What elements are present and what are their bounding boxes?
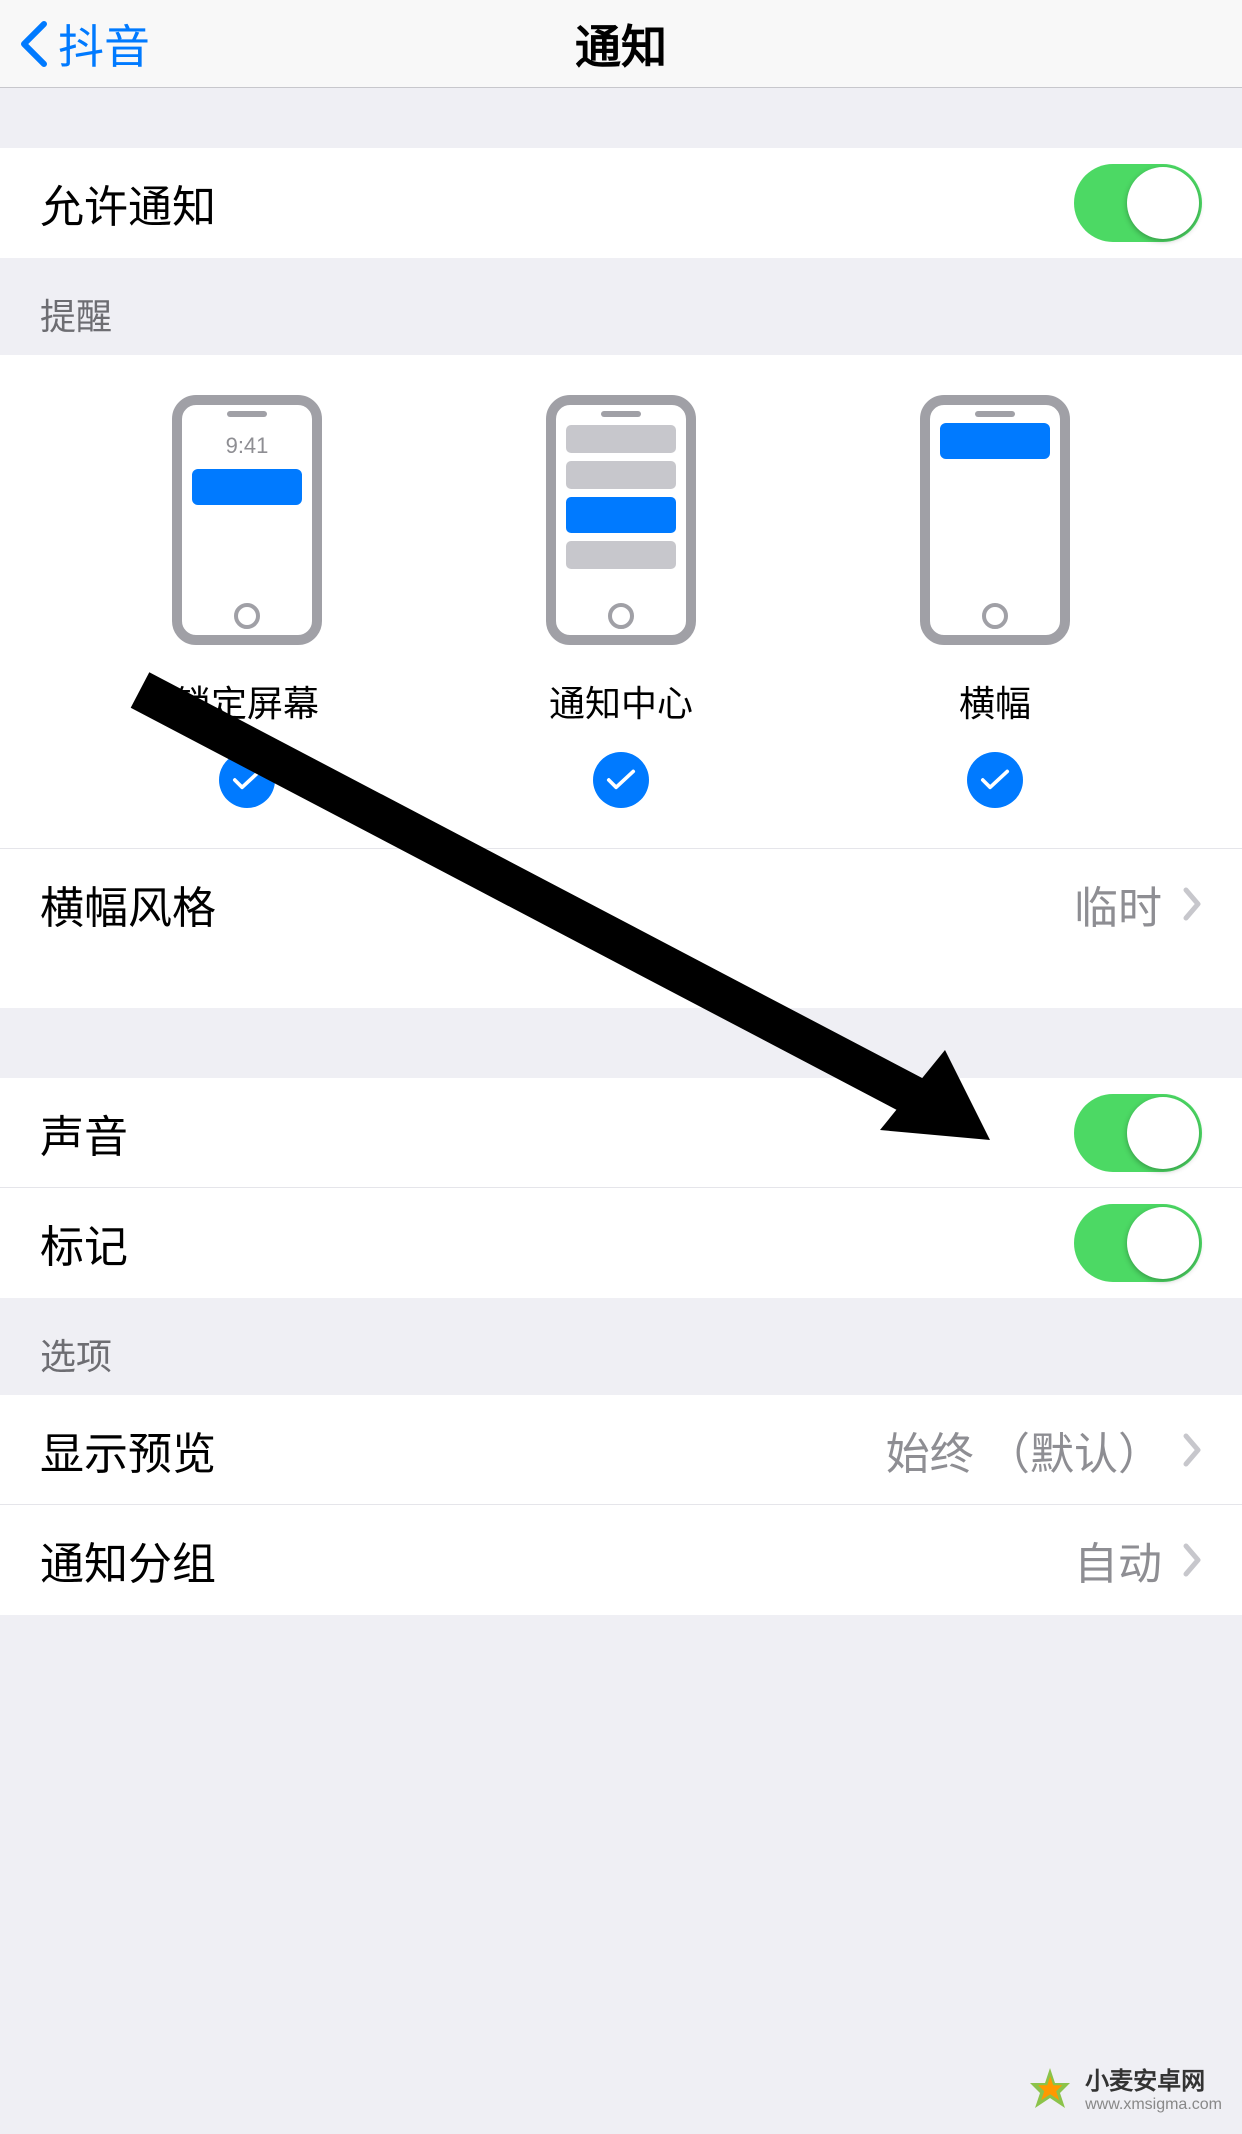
alerts-section-header: 提醒 xyxy=(0,258,1242,355)
alert-option-lock-screen[interactable]: 9:41 锁定屏幕 xyxy=(172,395,322,808)
badges-toggle[interactable] xyxy=(1074,1204,1202,1282)
watermark-logo-icon xyxy=(1025,2063,1075,2113)
notification-center-label: 通知中心 xyxy=(549,675,693,727)
allow-notifications-row: 允许通知 xyxy=(0,148,1242,258)
back-label: 抖音 xyxy=(58,11,150,77)
lock-screen-checkbox[interactable] xyxy=(219,752,275,808)
show-previews-row[interactable]: 显示预览 始终 （默认） xyxy=(0,1395,1242,1505)
chevron-right-icon xyxy=(1182,1432,1202,1468)
lock-screen-icon: 9:41 xyxy=(172,395,322,645)
show-previews-value: 始终 （默认） xyxy=(886,1418,1162,1482)
allow-notifications-toggle[interactable] xyxy=(1074,164,1202,242)
chevron-left-icon xyxy=(20,20,48,68)
options-section-header: 选项 xyxy=(0,1298,1242,1395)
chevron-right-icon xyxy=(1182,1542,1202,1578)
alerts-section: 9:41 锁定屏幕 通知中心 xyxy=(0,355,1242,1008)
check-icon xyxy=(980,769,1010,791)
notification-center-checkbox[interactable] xyxy=(593,752,649,808)
watermark: 小麦安卓网 www.xmsigma.com xyxy=(1025,2061,1222,2114)
grouping-row[interactable]: 通知分组 自动 xyxy=(0,1505,1242,1615)
banner-style-row[interactable]: 横幅风格 临时 xyxy=(0,848,1242,958)
badges-label: 标记 xyxy=(40,1211,128,1275)
banners-icon xyxy=(920,395,1070,645)
sounds-row: 声音 xyxy=(0,1078,1242,1188)
alert-option-banners[interactable]: 横幅 xyxy=(920,395,1070,808)
lock-screen-label: 锁定屏幕 xyxy=(175,675,319,727)
check-icon xyxy=(606,769,636,791)
grouping-label: 通知分组 xyxy=(40,1528,216,1592)
grouping-value: 自动 xyxy=(1074,1528,1162,1592)
options-section: 显示预览 始终 （默认） 通知分组 自动 xyxy=(0,1395,1242,1615)
alert-option-notification-center[interactable]: 通知中心 xyxy=(546,395,696,808)
page-title: 通知 xyxy=(575,11,667,77)
watermark-url: www.xmsigma.com xyxy=(1085,2096,1222,2114)
sounds-label: 声音 xyxy=(40,1101,128,1165)
badges-row: 标记 xyxy=(0,1188,1242,1298)
check-icon xyxy=(232,769,262,791)
navigation-bar: 抖音 通知 xyxy=(0,0,1242,88)
banner-style-value: 临时 xyxy=(1074,872,1162,936)
show-previews-label: 显示预览 xyxy=(40,1418,216,1482)
banners-label: 横幅 xyxy=(959,675,1031,727)
allow-notifications-section: 允许通知 xyxy=(0,148,1242,258)
banners-checkbox[interactable] xyxy=(967,752,1023,808)
notification-center-icon xyxy=(546,395,696,645)
back-button[interactable]: 抖音 xyxy=(0,11,150,77)
sounds-badges-section: 声音 标记 xyxy=(0,1078,1242,1298)
watermark-title: 小麦安卓网 xyxy=(1085,2061,1222,2096)
sounds-toggle[interactable] xyxy=(1074,1094,1202,1172)
chevron-right-icon xyxy=(1182,886,1202,922)
allow-notifications-label: 允许通知 xyxy=(40,171,216,235)
banner-style-label: 横幅风格 xyxy=(40,872,216,936)
